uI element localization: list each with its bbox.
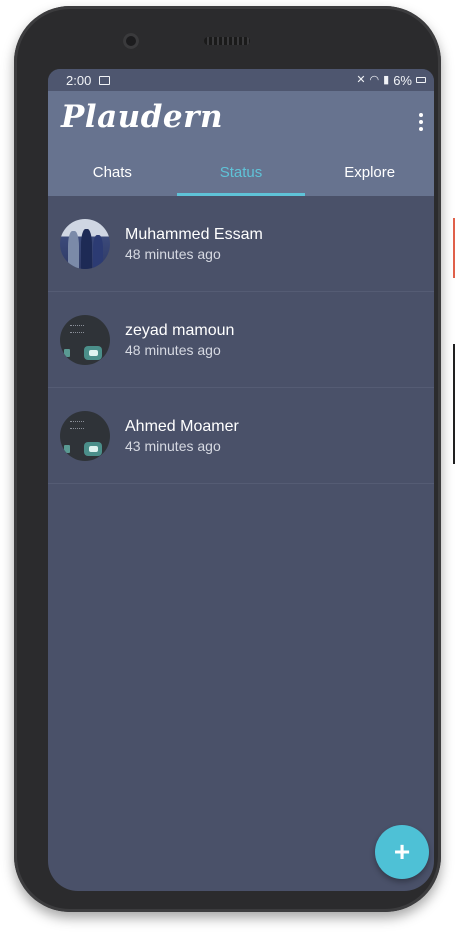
phone-frame: 2:00 ✕ ◠ ▮ 6% Plaudern Chats Status Expl… [14, 6, 455, 912]
chat-bubble-icon [84, 441, 102, 456]
list-item-text: Ahmed Moamer 43 minutes ago [125, 417, 239, 455]
contact-name: zeyad mamoun [125, 321, 235, 339]
status-time-ago: 43 minutes ago [125, 437, 221, 454]
battery-percent: 6% [393, 72, 412, 88]
chat-bubble-icon [84, 345, 102, 360]
contact-name: Muhammed Essam [125, 225, 263, 243]
app-bar: Plaudern Chats Status Explore [48, 91, 434, 196]
image-icon [99, 75, 111, 85]
status-right: ✕ ◠ ▮ 6% [356, 73, 426, 88]
avatar [60, 314, 110, 365]
add-icon: + [393, 836, 411, 867]
status-bar: 2:00 ✕ ◠ ▮ 6% [48, 69, 434, 91]
battery-icon [416, 77, 426, 83]
avatar [60, 218, 110, 269]
list-item[interactable]: zeyad mamoun 48 minutes ago [48, 292, 434, 388]
status-time-ago: 48 minutes ago [125, 341, 221, 358]
earpiece-speaker [204, 37, 250, 45]
list-item[interactable]: Muhammed Essam 48 minutes ago [48, 196, 434, 292]
status-list: Muhammed Essam 48 minutes ago zeyad mamo… [48, 196, 434, 484]
app-screen: 2:00 ✕ ◠ ▮ 6% Plaudern Chats Status Expl… [48, 69, 434, 891]
list-item-text: Muhammed Essam 48 minutes ago [125, 225, 263, 263]
wifi-icon: ◠ [369, 73, 380, 86]
more-vert-icon[interactable] [416, 113, 426, 131]
list-item[interactable]: Ahmed Moamer 43 minutes ago [48, 388, 434, 484]
status-time-ago: 48 minutes ago [125, 245, 221, 262]
tab-chats[interactable]: Chats [48, 149, 177, 196]
add-status-button[interactable]: + [375, 825, 429, 879]
tab-explore[interactable]: Explore [305, 149, 434, 196]
signal-icon: ▮ [383, 73, 390, 86]
app-title: Plaudern [61, 99, 223, 135]
mute-icon: ✕ [356, 73, 366, 86]
tab-status[interactable]: Status [176, 149, 306, 196]
front-camera [123, 33, 139, 49]
list-item-text: zeyad mamoun 48 minutes ago [125, 321, 234, 359]
tab-bar: Chats Status Explore [48, 149, 434, 196]
avatar [60, 410, 110, 461]
contact-name: Ahmed Moamer [125, 417, 239, 435]
status-time: 2:00 [66, 72, 92, 88]
